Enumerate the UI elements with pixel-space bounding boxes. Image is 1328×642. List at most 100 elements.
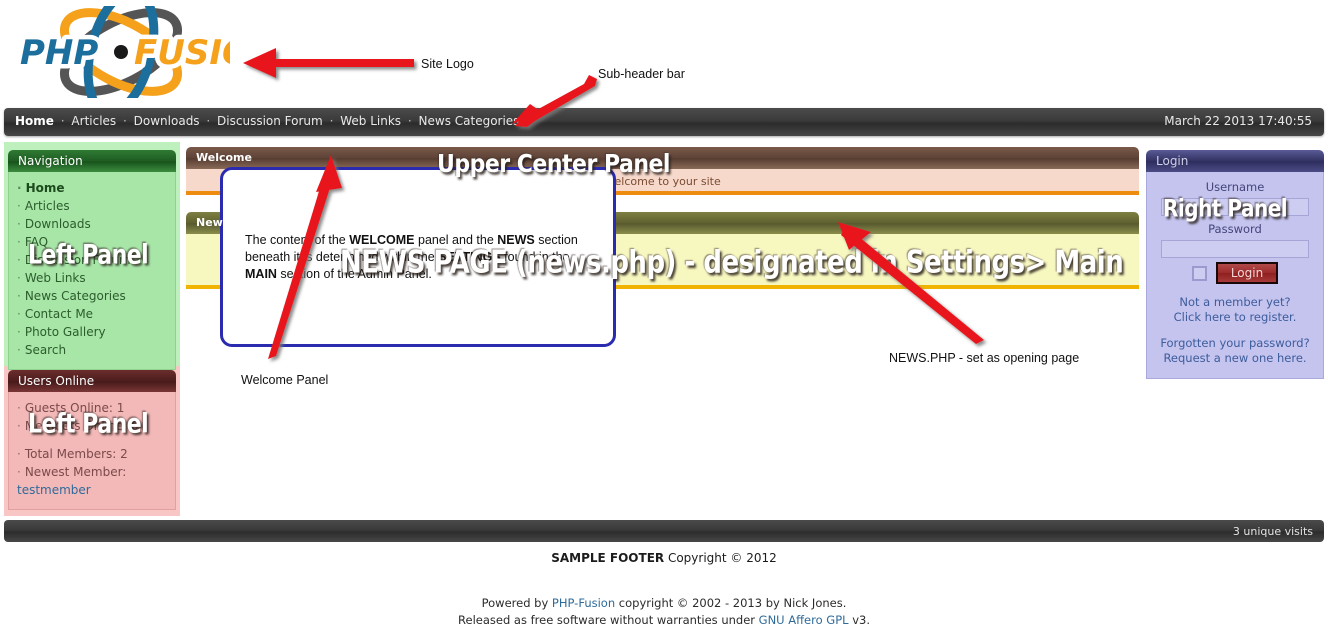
unique-visits-count: 3 unique visits (1232, 525, 1313, 538)
remember-me-checkbox[interactable] (1191, 265, 1207, 281)
nav-separator: · (60, 114, 65, 128)
sidebar-item-articles[interactable]: · Articles (17, 197, 167, 215)
sidebar-item-label: Home (25, 181, 65, 195)
sidebar-item-discussion-forum[interactable]: · Discussion Forum (17, 251, 167, 269)
newest-member-name-row: testmember (17, 481, 167, 499)
sidebar-item-label: FAQ (24, 235, 49, 249)
guests-online-row: · Guests Online: 1 (17, 399, 167, 417)
nav-item-home[interactable]: Home (15, 114, 54, 128)
navigation-panel-body: · Home · Articles · Downloads · FAQ · Discuss… (8, 172, 176, 370)
users-online-panel-title: Users Online (8, 370, 176, 392)
sidebar-item-label: Discussion Forum (24, 253, 131, 267)
register-link[interactable]: Click here to register. (1155, 310, 1315, 325)
users-online-panel: Users Online · Guests Online: 1 · Members … (8, 370, 176, 510)
right-column: Login Username Password Login Not a memb… (1146, 142, 1324, 516)
nav-separator: · (407, 114, 412, 128)
bullet-icon: · (17, 465, 21, 479)
content-line1-news: NEWS (497, 233, 535, 247)
nav-separator: · (206, 114, 211, 128)
sidebar-item-label: Contact Me (24, 307, 94, 321)
sidebar-item-news-categories[interactable]: · News Categories (17, 287, 167, 305)
unique-visits-bar: 3 unique visits (4, 520, 1324, 542)
forgot-password-line1: Forgotten your password? (1160, 336, 1310, 350)
navigation-panel: Navigation · Home · Articles · Downloads · F… (8, 150, 176, 370)
nav-item-downloads[interactable]: Downloads (134, 114, 200, 128)
nav-item-articles[interactable]: Articles (71, 114, 116, 128)
login-panel-body: Username Password Login Not a member yet… (1146, 172, 1324, 379)
footer-credits-line1: Powered by PHP-Fusion copyright © 2002 -… (0, 595, 1328, 612)
login-button[interactable]: Login (1215, 262, 1279, 284)
sidebar-item-label: Search (24, 343, 67, 357)
nav-item-discussion-forum[interactable]: Discussion Forum (217, 114, 323, 128)
guests-online-value: Guests Online: 1 (24, 401, 125, 415)
php-fusion-logo-icon: PHP PHP FUSION FUSION (16, 6, 230, 98)
sidebar-item-label: News Categories (24, 289, 126, 303)
bullet-icon: · (17, 419, 21, 433)
bullet-icon: · (17, 401, 21, 415)
sidebar-item-home[interactable]: · Home (17, 179, 167, 197)
password-input[interactable] (1161, 240, 1309, 258)
annotation-label-welcome-panel: Welcome Panel (241, 373, 329, 387)
bullet-icon: · (17, 343, 21, 357)
login-panel-title: Login (1146, 150, 1324, 172)
header-clock: March 22 2013 17:40:55 (1164, 114, 1312, 128)
bullet-icon: · (17, 235, 21, 249)
php-fusion-link[interactable]: PHP-Fusion (552, 596, 615, 610)
bullet-icon: · (17, 217, 21, 231)
nav-item-web-links[interactable]: Web Links (340, 114, 401, 128)
nav-separator: · (123, 114, 127, 128)
total-members-value: Total Members: 2 (24, 447, 128, 461)
sidebar-item-photo-gallery[interactable]: · Photo Gallery (17, 323, 167, 341)
navigation-panel-title: Navigation (8, 150, 176, 172)
main-body: Navigation · Home · Articles · Downloads · F… (0, 142, 1328, 516)
annotation-label-subheader-bar: Sub-header bar (598, 67, 685, 81)
register-prompt-line1: Not a member yet? (1179, 295, 1291, 309)
explanatory-content-text: The content of the WELCOME panel and the… (245, 232, 585, 283)
password-label: Password (1208, 222, 1262, 236)
bullet-icon: · (17, 199, 21, 213)
explanatory-content-box: The content of the WELCOME panel and the… (220, 167, 616, 347)
username-label: Username (1205, 180, 1265, 194)
bullet-icon: · (17, 271, 21, 285)
login-controls-row: Login (1155, 262, 1315, 284)
newest-member-link[interactable]: testmember (17, 483, 91, 497)
sidebar-item-search[interactable]: · Search (17, 341, 167, 359)
newest-member-label: Newest Member: (24, 465, 127, 479)
sidebar-item-faq[interactable]: · FAQ (17, 233, 167, 251)
sidebar-item-label: Photo Gallery (24, 325, 106, 339)
members-online-row: · Members Online: 0 (17, 417, 167, 435)
bullet-icon: · (17, 289, 21, 303)
bullet-icon: · (17, 181, 22, 195)
content-line3-c: section of the Admin Panel. (276, 267, 432, 281)
main-nav: Home · Articles · Downloads · Discussion… (15, 114, 519, 128)
bullet-icon: · (17, 325, 21, 339)
content-line1-a: The content of the (245, 233, 350, 247)
sidebar-item-web-links[interactable]: · Web Links (17, 269, 167, 287)
site-logo[interactable]: PHP PHP FUSION FUSION (12, 6, 230, 98)
members-online-value: Members Online: 0 (24, 419, 139, 433)
username-input[interactable] (1161, 198, 1309, 216)
total-members-row: · Total Members: 2 (17, 445, 167, 463)
forgot-password-link[interactable]: Request a new one here. (1155, 351, 1315, 366)
content-line2-settings: SETTINGS (438, 250, 501, 264)
sidebar-item-downloads[interactable]: · Downloads (17, 215, 167, 233)
nav-item-news-categories[interactable]: News Categories (419, 114, 520, 128)
svg-text:PHP: PHP (20, 33, 98, 73)
bullet-icon: · (17, 253, 21, 267)
sidebar-item-label: Downloads (24, 217, 91, 231)
newest-member-row: · Newest Member: (17, 463, 167, 481)
sidebar-item-label: Web Links (24, 271, 86, 285)
welcome-panel-title: Welcome (186, 147, 1139, 169)
site-header: PHP PHP FUSION FUSION (0, 0, 1328, 105)
users-online-panel-body: · Guests Online: 1 · Members Online: 0 · To… (8, 392, 176, 510)
login-panel: Login Username Password Login Not a memb… (1146, 150, 1324, 379)
credits-line2-b: v3. (848, 613, 870, 627)
gnu-affero-gpl-link[interactable]: GNU Affero GPL (759, 613, 849, 627)
credits-line2-a: Released as free software without warran… (458, 613, 759, 627)
annotation-label-site-logo: Site Logo (421, 57, 474, 71)
sub-header-bar: Home · Articles · Downloads · Discussion… (4, 108, 1324, 136)
sidebar-item-contact-me[interactable]: · Contact Me (17, 305, 167, 323)
